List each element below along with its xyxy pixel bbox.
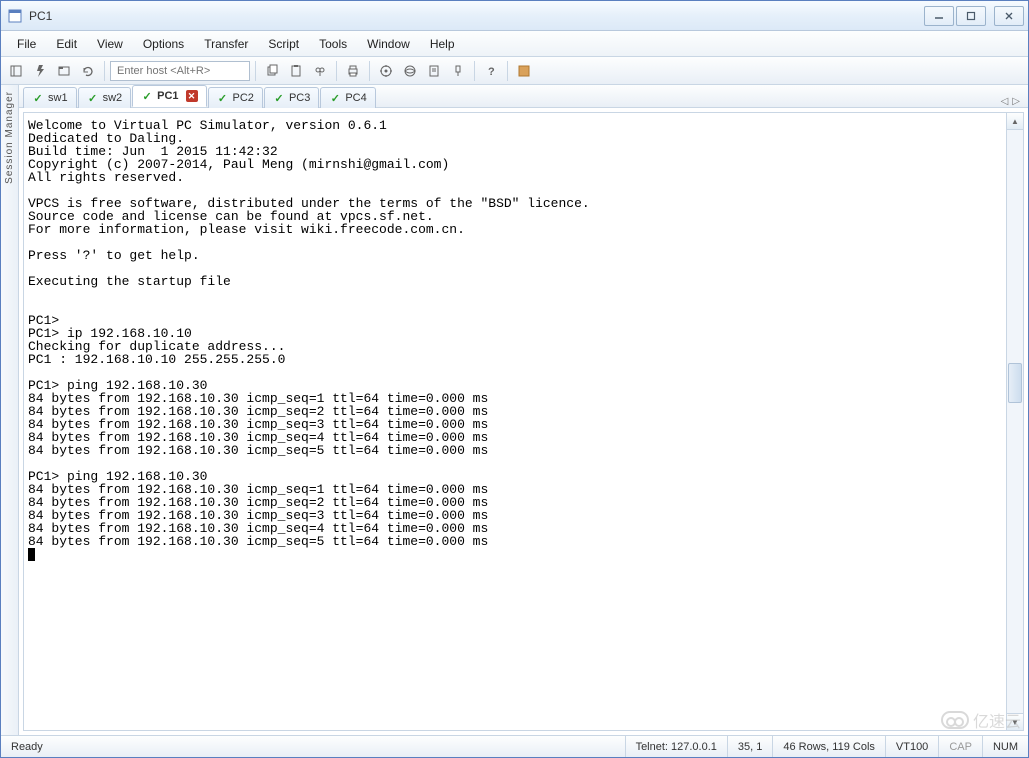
main-area: ✓ sw1 ✓ sw2 ✓ PC1 ✕ ✓ PC2 ✓ xyxy=(19,85,1028,735)
toolbar-separator xyxy=(336,61,337,81)
toolbar-separator xyxy=(255,61,256,81)
menu-edit[interactable]: Edit xyxy=(46,34,87,54)
svg-text:?: ? xyxy=(488,66,495,78)
status-rowcol: 35, 1 xyxy=(728,736,773,757)
menu-script[interactable]: Script xyxy=(258,34,309,54)
vertical-scrollbar[interactable]: ▲ ▼ xyxy=(1007,112,1024,731)
tab-label: PC4 xyxy=(345,92,366,104)
app-icon xyxy=(7,8,23,24)
tabbar: ✓ sw1 ✓ sw2 ✓ PC1 ✕ ✓ PC2 ✓ xyxy=(19,85,1028,108)
close-button[interactable] xyxy=(994,6,1024,26)
help-icon[interactable]: ? xyxy=(480,60,502,82)
window-controls xyxy=(922,6,1024,26)
tab-label: PC2 xyxy=(233,92,254,104)
connected-icon: ✓ xyxy=(141,90,153,102)
scroll-up-icon[interactable]: ▲ xyxy=(1007,113,1023,130)
menu-options[interactable]: Options xyxy=(133,34,194,54)
window-title: PC1 xyxy=(29,9,922,23)
minimize-button[interactable] xyxy=(924,6,954,26)
tab-pc3[interactable]: ✓ PC3 xyxy=(264,87,319,108)
copy-icon[interactable] xyxy=(261,60,283,82)
tab-label: PC3 xyxy=(289,92,310,104)
statusbar: Ready Telnet: 127.0.0.1 35, 1 46 Rows, 1… xyxy=(1,735,1028,757)
menu-view[interactable]: View xyxy=(87,34,133,54)
trace-icon[interactable] xyxy=(423,60,445,82)
tab-pc2[interactable]: ✓ PC2 xyxy=(208,87,263,108)
content-row: Session Manager ✓ sw1 ✓ sw2 ✓ PC1 ✕ xyxy=(1,85,1028,735)
status-cap: CAP xyxy=(939,736,983,757)
find-icon[interactable] xyxy=(309,60,331,82)
menubar: File Edit View Options Transfer Script T… xyxy=(1,31,1028,57)
print-icon[interactable] xyxy=(342,60,364,82)
status-telnet: Telnet: 127.0.0.1 xyxy=(626,736,728,757)
connect-in-tab-icon[interactable] xyxy=(53,60,75,82)
paste-icon[interactable] xyxy=(285,60,307,82)
tab-pc4[interactable]: ✓ PC4 xyxy=(320,87,375,108)
menu-file[interactable]: File xyxy=(7,34,46,54)
tab-sw2[interactable]: ✓ sw2 xyxy=(78,87,132,108)
scroll-track[interactable] xyxy=(1007,130,1023,713)
tab-label: PC1 xyxy=(157,90,178,102)
tab-sw1[interactable]: ✓ sw1 xyxy=(23,87,77,108)
status-num: NUM xyxy=(983,736,1028,757)
tab-close-icon[interactable]: ✕ xyxy=(186,90,198,102)
maximize-button[interactable] xyxy=(956,6,986,26)
titlebar: PC1 xyxy=(1,1,1028,31)
menu-tools[interactable]: Tools xyxy=(309,34,357,54)
scroll-thumb[interactable] xyxy=(1008,363,1022,403)
menu-window[interactable]: Window xyxy=(357,34,420,54)
toolbar-separator xyxy=(104,61,105,81)
cursor xyxy=(28,548,35,561)
tab-next-icon[interactable]: ▷ xyxy=(1012,96,1020,107)
properties-icon[interactable] xyxy=(375,60,397,82)
quick-connect-icon[interactable] xyxy=(29,60,51,82)
host-input[interactable] xyxy=(110,61,250,81)
global-options-icon[interactable] xyxy=(399,60,421,82)
terminal-wrap: Welcome to Virtual PC Simulator, version… xyxy=(19,108,1028,735)
connected-icon: ✓ xyxy=(32,92,44,104)
tab-label: sw2 xyxy=(103,92,123,104)
toolbar-separator xyxy=(369,61,370,81)
menu-transfer[interactable]: Transfer xyxy=(194,34,258,54)
sidebar-label: Session Manager xyxy=(4,91,15,184)
app-window: PC1 File Edit View Options Transfer Scri… xyxy=(0,0,1029,758)
status-ready: Ready xyxy=(1,736,626,757)
status-emulation: VT100 xyxy=(886,736,939,757)
connected-icon: ✓ xyxy=(217,92,229,104)
menu-help[interactable]: Help xyxy=(420,34,465,54)
connected-icon: ✓ xyxy=(329,92,341,104)
toolbar-separator xyxy=(507,61,508,81)
connected-icon: ✓ xyxy=(87,92,99,104)
tab-prev-icon[interactable]: ◁ xyxy=(1001,96,1009,107)
toggle-icon[interactable] xyxy=(513,60,535,82)
scroll-down-icon[interactable]: ▼ xyxy=(1007,713,1023,730)
session-manager-icon[interactable] xyxy=(5,60,27,82)
session-manager-sidebar[interactable]: Session Manager xyxy=(1,85,19,735)
keymap-icon[interactable] xyxy=(447,60,469,82)
reconnect-icon[interactable] xyxy=(77,60,99,82)
connected-icon: ✓ xyxy=(273,92,285,104)
tab-label: sw1 xyxy=(48,92,68,104)
toolbar: ? xyxy=(1,57,1028,85)
status-size: 46 Rows, 119 Cols xyxy=(773,736,886,757)
tab-pc1[interactable]: ✓ PC1 ✕ xyxy=(132,85,206,107)
terminal[interactable]: Welcome to Virtual PC Simulator, version… xyxy=(23,112,1007,731)
tab-nav: ◁ ▷ xyxy=(1001,96,1024,107)
toolbar-separator xyxy=(474,61,475,81)
